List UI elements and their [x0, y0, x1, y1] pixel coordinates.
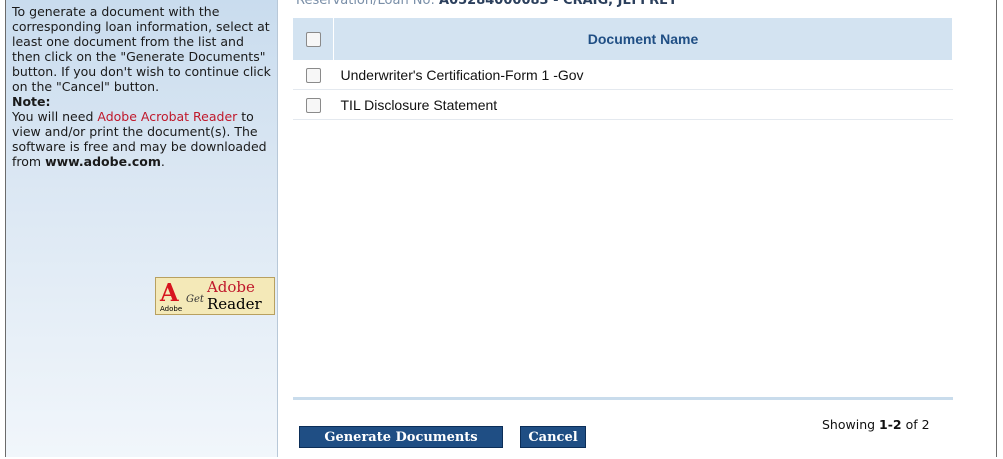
- instructions-text: To generate a document with the correspo…: [12, 4, 271, 94]
- get-adobe-reader-badge[interactable]: A Adobe Get Adobe Reader: [155, 277, 275, 315]
- document-name-cell: TIL Disclosure Statement: [333, 89, 953, 120]
- table-row: TIL Disclosure Statement: [293, 89, 953, 120]
- note-text-start: You will need: [12, 109, 94, 124]
- select-all-checkbox[interactable]: [305, 32, 321, 48]
- row-checkbox[interactable]: [305, 97, 321, 113]
- pagination-status: Showing 1-2 of 2: [822, 417, 930, 432]
- adobe-reader-link[interactable]: Adobe Acrobat Reader: [97, 109, 237, 124]
- note-text: You will need Adobe Acrobat Reader to vi…: [12, 109, 271, 169]
- badge-product-text: Adobe Reader: [206, 278, 262, 313]
- column-header-document-name: Document Name: [333, 18, 953, 60]
- generate-documents-button[interactable]: Generate Documents: [299, 426, 503, 448]
- select-all-cell: [293, 18, 334, 60]
- reservation-label: Reservation/Loan No:: [296, 0, 435, 8]
- row-checkbox-cell: [293, 89, 334, 120]
- adobe-logo-icon: A Adobe: [160, 278, 183, 314]
- row-checkbox-cell: [293, 60, 334, 90]
- document-name-cell: Underwriter's Certification-Form 1 -Gov: [333, 60, 953, 90]
- cancel-button[interactable]: Cancel: [520, 426, 586, 448]
- footer-divider: [293, 397, 953, 400]
- sidebar-help: To generate a document with the correspo…: [6, 0, 278, 457]
- reservation-header: Reservation/Loan No: A05284000083 - CRAI…: [296, 0, 677, 8]
- row-checkbox[interactable]: [305, 67, 321, 83]
- table-row: Underwriter's Certification-Form 1 -Gov: [293, 60, 953, 90]
- note-label: Note:: [12, 94, 51, 109]
- table-header-row: Document Name: [293, 18, 953, 60]
- document-table: Document Name Underwriter's Certificatio…: [293, 18, 953, 120]
- adobe-url[interactable]: www.adobe.com: [45, 154, 161, 169]
- reservation-value: A05284000083 - CRAIG, JEFFREY: [439, 0, 678, 8]
- note-text-end: .: [160, 154, 165, 169]
- badge-get-text: Get: [186, 293, 204, 305]
